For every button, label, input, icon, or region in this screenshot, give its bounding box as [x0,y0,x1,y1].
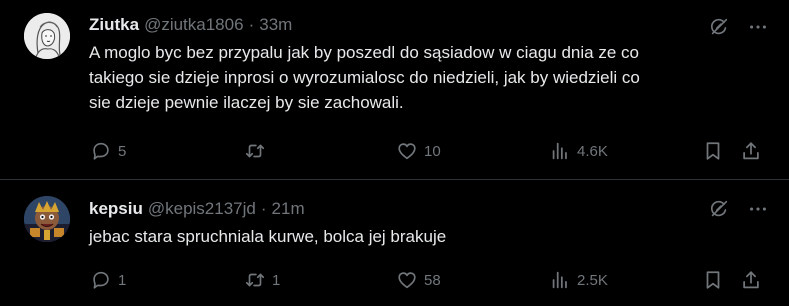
more-icon[interactable] [747,198,769,220]
display-name[interactable]: Ziutka [89,15,139,35]
retweet-icon [245,273,265,287]
bookmark-icon [706,271,720,289]
separator-dot: · [248,15,255,34]
share-button[interactable] [740,139,762,163]
display-name[interactable]: kepsiu [89,199,143,219]
grok-icon[interactable] [708,198,730,220]
tweet-header: kepsiu @kepis2137jd · 21m [89,198,305,220]
like-count: 58 [424,271,441,289]
views-icon [552,142,567,160]
views-count: 4.6K [577,142,608,160]
like-button[interactable]: 58 [396,268,441,292]
like-icon [398,143,416,160]
reply-count: 5 [118,142,127,160]
reply-button[interactable]: 1 [90,268,126,292]
views-icon [552,271,567,289]
reply-icon [93,271,109,289]
share-icon [743,142,759,160]
like-button[interactable]: 10 [396,139,441,163]
views-button[interactable]: 4.6K [549,139,608,163]
user-handle[interactable]: @ziutka1806 [144,15,244,35]
like-count: 10 [424,142,441,160]
retweet-button[interactable] [244,139,272,163]
grok-icon[interactable] [708,16,730,38]
tweet-actions: 1 1 58 2.5K [0,268,789,292]
bookmark-button[interactable] [702,268,724,292]
reply-button[interactable]: 5 [90,139,126,163]
retweet-icon [245,144,265,158]
tweet-actions: 5 10 4.6K [0,139,789,163]
views-count: 2.5K [577,271,608,289]
user-handle[interactable]: @kepis2137jd [148,199,256,219]
tweet[interactable]: kepsiu @kepis2137jd · 21m jebac stara sp… [0,180,789,306]
tweet-header: Ziutka @ziutka1806 · 33m [89,14,292,36]
tweet-text: A moglo byc bez przypalu jak by poszedl … [89,43,640,112]
retweet-button[interactable]: 1 [244,268,280,292]
tweet[interactable]: Ziutka @ziutka1806 · 33m A moglo byc bez… [0,0,789,180]
bookmark-button[interactable] [702,139,724,163]
avatar[interactable] [24,196,70,242]
share-button[interactable] [740,268,762,292]
timestamp[interactable]: 21m [272,199,305,219]
more-icon[interactable] [747,16,769,38]
separator-dot: · [260,199,267,218]
timestamp[interactable]: 33m [259,15,292,35]
bookmark-icon [706,142,720,160]
retweet-count: 1 [272,271,281,289]
views-button[interactable]: 2.5K [549,268,608,292]
share-icon [743,271,759,289]
tweet-text: jebac stara spruchniala kurwe, bolca jej… [89,227,447,246]
like-icon [398,272,416,289]
reply-icon [93,142,109,160]
avatar[interactable] [24,13,70,59]
reply-count: 1 [118,271,127,289]
